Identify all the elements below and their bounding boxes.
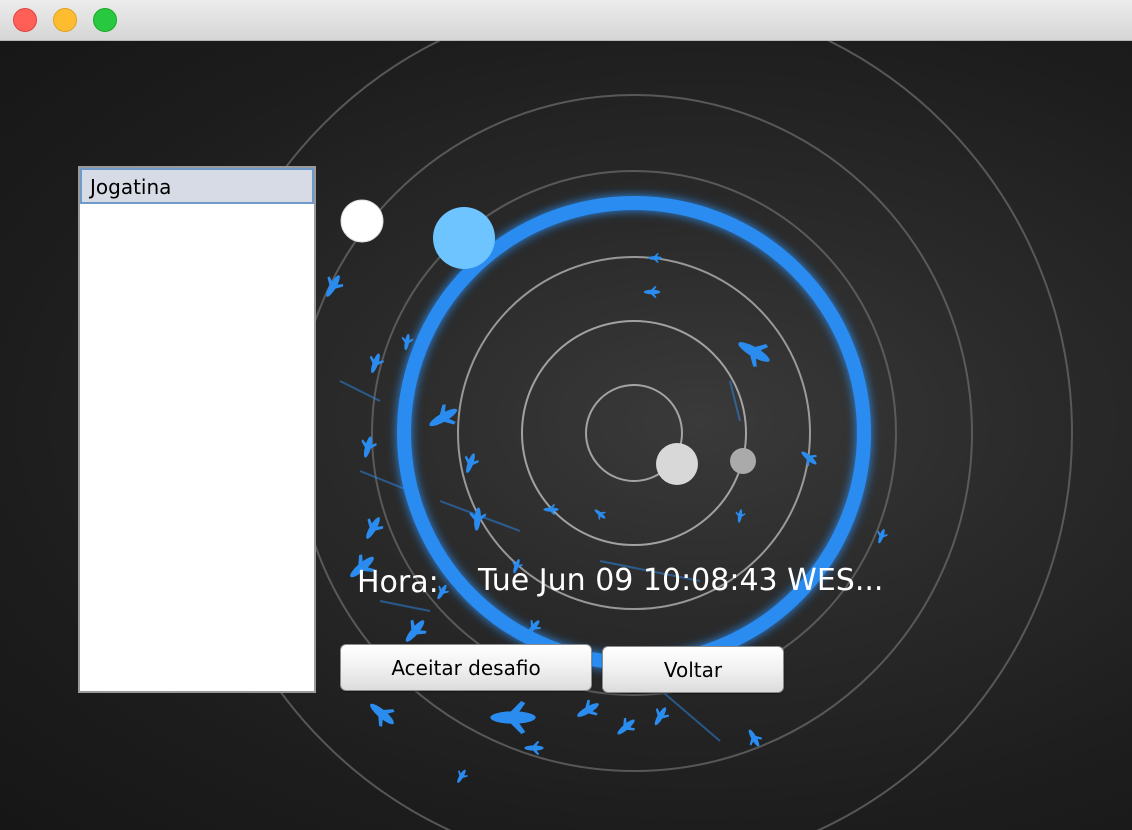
game-list[interactable]: Jogatina <box>78 166 316 693</box>
bird-swarm <box>319 253 890 786</box>
main-content: Jogatina Hora: Tue Jun 09 10:08:43 WES..… <box>0 41 1132 830</box>
orbit-rings <box>195 41 1073 830</box>
list-item[interactable]: Jogatina <box>80 168 314 204</box>
light-blue-planet <box>433 207 495 269</box>
grey-planet-small <box>730 448 756 474</box>
white-planet <box>340 199 384 243</box>
maximize-window-button[interactable] <box>93 8 117 32</box>
window-titlebar <box>0 0 1132 41</box>
minimize-window-button[interactable] <box>53 8 77 32</box>
back-button[interactable]: Voltar <box>602 646 784 693</box>
hora-label: Hora: <box>357 565 439 600</box>
grey-planet-large <box>656 443 698 485</box>
accept-challenge-button[interactable]: Aceitar desafio <box>340 644 592 691</box>
hora-value: Tue Jun 09 10:08:43 WES... <box>478 563 884 598</box>
close-window-button[interactable] <box>13 8 37 32</box>
